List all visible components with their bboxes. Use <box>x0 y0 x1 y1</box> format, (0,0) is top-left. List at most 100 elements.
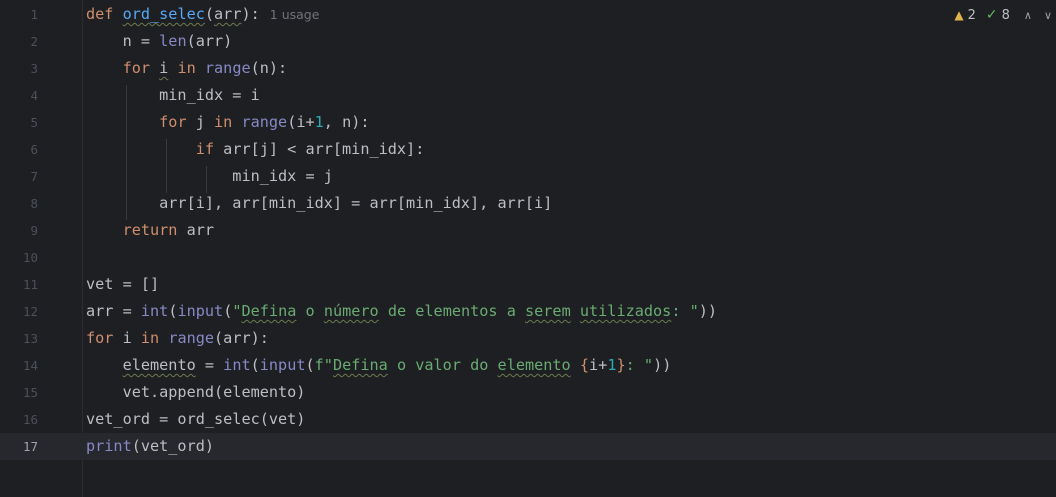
line-number: 6 <box>30 142 38 157</box>
line-number: 14 <box>22 358 38 373</box>
code-token: i+ <box>589 356 608 374</box>
code-token: vet = [] <box>86 275 160 293</box>
code-token: in <box>168 59 205 77</box>
code-line[interactable]: 9 return arr <box>0 217 1056 244</box>
code-token: )) <box>698 302 718 320</box>
code-token: ( <box>250 356 260 374</box>
code-token: for <box>86 329 123 347</box>
code-token: vet_ord = ord_selec(vet) <box>86 410 306 428</box>
code-line[interactable]: 12 arr = int(input("Defina o número de el… <box>0 298 1056 325</box>
line-number: 15 <box>22 385 38 400</box>
code-token: } <box>616 356 626 374</box>
chevron-down-icon[interactable]: ∨ <box>1044 9 1052 22</box>
code-text[interactable]: arr[i], arr[min_idx] = arr[min_idx], arr… <box>86 190 552 217</box>
code-text[interactable]: return arr <box>86 217 214 244</box>
code-text[interactable]: elemento = int(input(f"Defina o valor do… <box>86 352 672 379</box>
code-token: ord_selec <box>122 5 205 23</box>
code-token: i <box>122 329 132 347</box>
code-token: 1 <box>314 113 324 131</box>
code-line[interactable]: 14 elemento = int(input(f"Defina o valor… <box>0 352 1056 379</box>
code-line[interactable]: 15 vet.append(elemento) <box>0 379 1056 406</box>
code-token: número <box>323 302 379 320</box>
code-editor[interactable]: 1 def ord_selec(arr): 1 usage 2 n = len(arr… <box>0 0 1056 497</box>
line-number: 10 <box>22 250 38 265</box>
code-text[interactable]: min_idx = i <box>86 82 260 109</box>
line-number: 3 <box>30 61 38 76</box>
code-text[interactable]: vet.append(elemento) <box>86 379 306 406</box>
usage-hint[interactable]: 1 usage <box>270 7 320 22</box>
code-token: ( <box>204 5 215 23</box>
line-number: 11 <box>22 277 38 292</box>
double-check-icon: ✓ <box>985 7 998 23</box>
line-number: 5 <box>30 115 38 130</box>
code-line[interactable]: 1 def ord_selec(arr): 1 usage <box>0 1 1056 28</box>
code-text[interactable]: for i in range(n): <box>86 55 288 82</box>
line-number: 17 <box>22 439 38 454</box>
code-text[interactable]: vet = [] <box>86 271 159 298</box>
code-line[interactable]: 2 n = len(arr) <box>0 28 1056 55</box>
code-line[interactable]: 11 vet = [] <box>0 271 1056 298</box>
line-number: 2 <box>30 34 38 49</box>
code-token: (vet_ord) <box>131 437 215 455</box>
code-token: (n): <box>250 59 288 77</box>
code-token: Defina <box>241 302 297 320</box>
code-token: int <box>223 356 251 374</box>
inspection-widget[interactable]: ▲ 2 ✓ 8 ∧ ∨ <box>954 4 1052 26</box>
code-token: return <box>122 221 187 239</box>
code-text[interactable]: for i in range(arr): <box>86 325 269 352</box>
line-number: 8 <box>30 196 38 211</box>
code-text[interactable]: min_idx = j <box>86 163 333 190</box>
code-token: len <box>159 32 187 50</box>
code-line[interactable]: 6 if arr[j] < arr[min_idx]: <box>0 136 1056 163</box>
code-token: f" <box>314 356 333 374</box>
code-line[interactable]: 17 print(vet_ord) <box>0 433 1056 460</box>
code-token: arr = <box>86 302 141 320</box>
code-token: utilizados <box>579 302 672 320</box>
code-token: (arr) <box>186 32 233 50</box>
code-token: ): <box>241 5 260 23</box>
code-line[interactable]: 16 vet_ord = ord_selec(vet) <box>0 406 1056 433</box>
code-token: min_idx = i <box>86 86 260 104</box>
code-token: range <box>204 59 251 77</box>
code-token: )) <box>653 356 672 374</box>
code-line[interactable]: 4 min_idx = i <box>0 82 1056 109</box>
line-number: 13 <box>22 331 38 346</box>
code-token: arr <box>186 221 215 239</box>
code-token: (i+ <box>287 113 315 131</box>
code-text[interactable]: for j in range(i+1, n): <box>86 109 370 136</box>
code-token: in <box>131 329 169 347</box>
code-token: input <box>259 356 306 374</box>
code-token: int <box>140 302 169 320</box>
code-token: in <box>204 113 242 131</box>
code-token: = <box>195 356 224 374</box>
code-line[interactable]: 8 arr[i], arr[min_idx] = arr[min_idx], a… <box>0 190 1056 217</box>
code-text[interactable]: print(vet_ord) <box>86 433 214 460</box>
code-line[interactable]: 13 for i in range(arr): <box>0 325 1056 352</box>
code-line[interactable]: 5 for j in range(i+1, n): <box>0 109 1056 136</box>
code-token: , n): <box>323 113 370 131</box>
code-text[interactable]: if arr[j] < arr[min_idx]: <box>86 136 425 163</box>
code-text[interactable]: vet_ord = ord_selec(vet) <box>86 406 305 433</box>
code-token: min_idx = j <box>86 167 333 185</box>
code-token: Defina <box>332 356 388 374</box>
code-line[interactable]: 7 min_idx = j <box>0 163 1056 190</box>
code-line[interactable]: 3 for i in range(n): <box>0 55 1056 82</box>
warnings-count: 2 <box>967 7 976 23</box>
code-token: j <box>195 113 205 131</box>
code-text[interactable]: def ord_selec(arr): 1 usage <box>86 1 319 28</box>
code-text[interactable]: arr = int(input("Defina o número de elem… <box>86 298 717 325</box>
code-text[interactable]: n = len(arr) <box>86 28 233 55</box>
line-number: 1 <box>30 7 38 22</box>
code-token: : " <box>625 356 654 374</box>
indent-guide <box>126 85 127 220</box>
chevron-up-icon[interactable]: ∧ <box>1024 9 1032 22</box>
indent-guide <box>166 139 167 193</box>
warning-triangle-icon: ▲ <box>954 8 964 22</box>
code-line[interactable]: 10 <box>0 244 1056 271</box>
code-token: arr[i], arr[min_idx] = arr[min_idx], arr… <box>86 194 553 212</box>
